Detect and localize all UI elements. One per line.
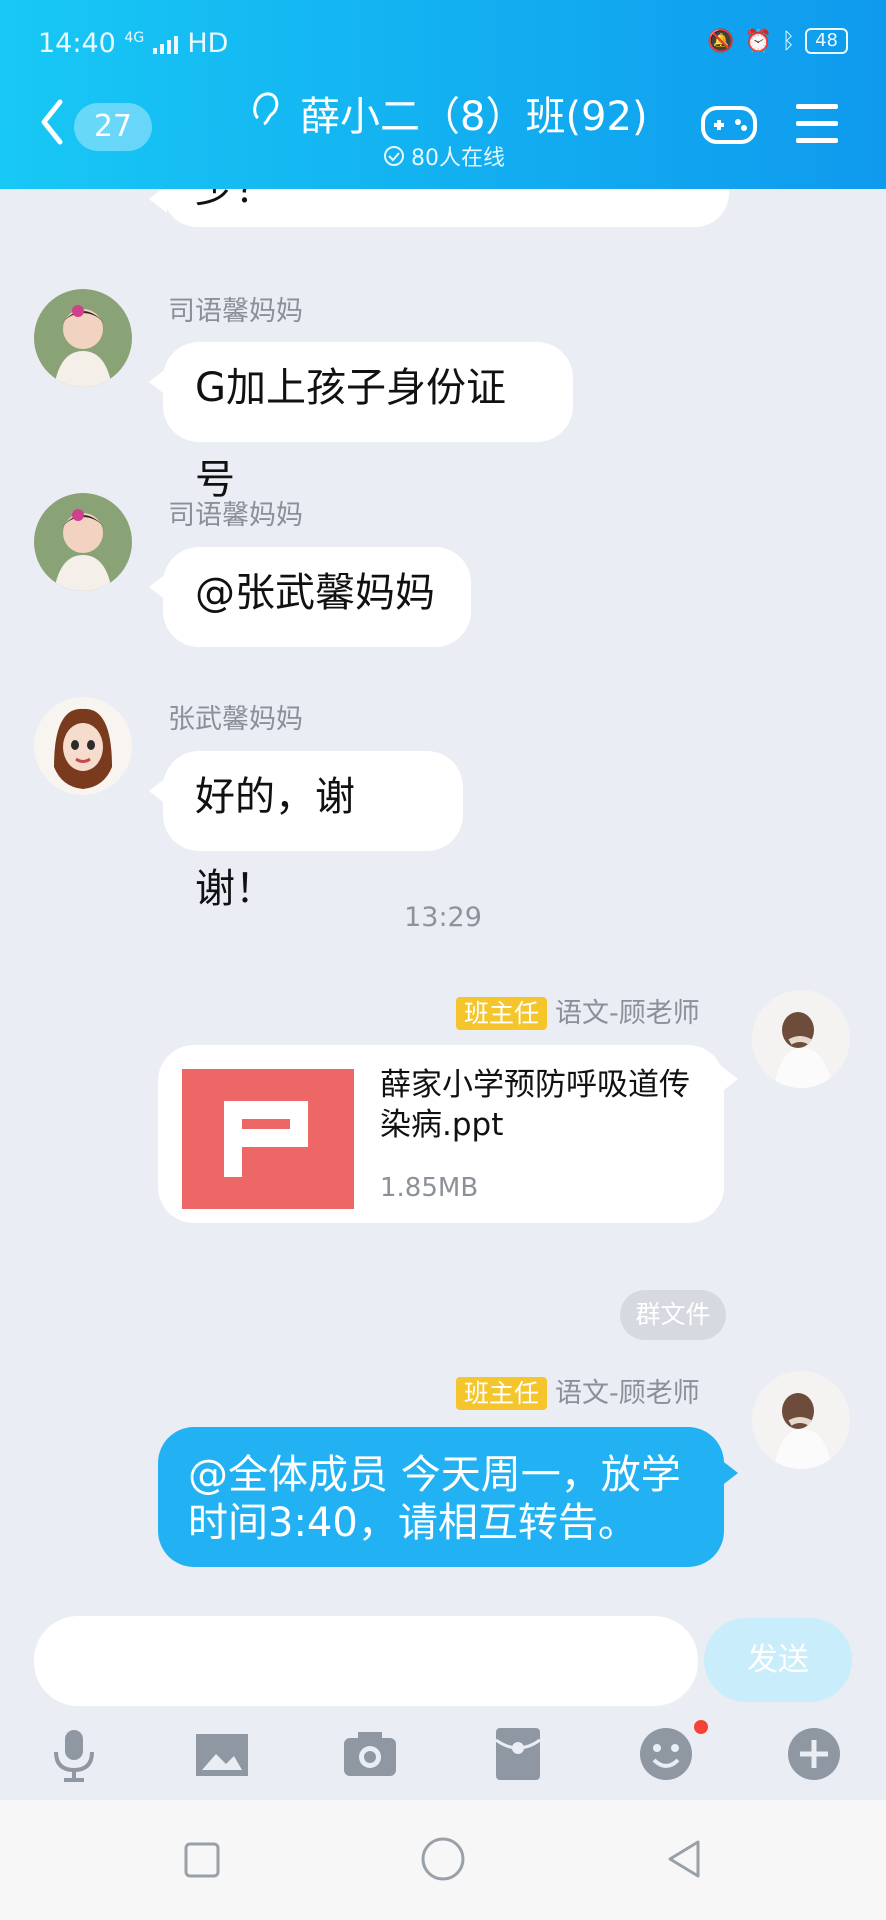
role-badge: 班主任 [456, 997, 548, 1030]
message-bubble: G加上孩子身份证号 [149, 342, 573, 503]
image-icon[interactable] [192, 1724, 252, 1784]
sender-name: 司语馨妈妈 [168, 500, 303, 531]
avatar[interactable] [34, 289, 132, 387]
announcement-text: @全体成员 今天周一，放学时间3:40，请相互转告。 [188, 1452, 681, 1546]
sender-name: 司语馨妈妈 [168, 296, 303, 327]
teacher-avatar[interactable] [752, 1371, 850, 1469]
message-text: 少？ [195, 189, 275, 212]
message-input[interactable] [34, 1616, 698, 1706]
bluetooth-icon: ᛒ [781, 28, 796, 54]
emoji-icon[interactable] [636, 1724, 696, 1784]
back-arrow-icon[interactable] [38, 98, 66, 146]
avatar[interactable] [34, 697, 132, 795]
network-indicator: 4G [124, 30, 145, 46]
menu-icon[interactable] [796, 104, 838, 144]
composer-bar: 发送 [0, 1612, 886, 1720]
plus-icon[interactable] [784, 1724, 844, 1784]
mic-icon[interactable] [44, 1724, 104, 1784]
status-icons: 🔕 ⏰ ᛒ 48 [707, 28, 848, 54]
chat-header: 14:40 4G HD 🔕 ⏰ ᛒ 48 27 薛小二（8）班(92) 80人在… [0, 0, 886, 189]
message-bubble: @张武馨妈妈 [149, 547, 471, 647]
camera-icon[interactable] [340, 1724, 400, 1784]
message-bubble: @全体成员 今天周一，放学时间3:40，请相互转告。 [158, 1427, 738, 1567]
send-button[interactable]: 发送 [704, 1618, 852, 1702]
file-name: 薛家小学预防呼吸道传染病.ppt [380, 1067, 690, 1143]
sender-name: 语文-顾老师 [555, 1378, 700, 1409]
red-packet-icon[interactable] [488, 1724, 548, 1784]
status-time: 14:40 4G HD [38, 28, 228, 59]
group-files-tag[interactable]: 群文件 [620, 1290, 726, 1340]
message-text: 好的，谢谢！ [195, 774, 355, 912]
sender-label: 班主任 语文-顾老师 [456, 1371, 700, 1410]
file-card[interactable]: 薛家小学预防呼吸道传染病.ppt 1.85MB [158, 1045, 738, 1223]
message-text: @张武馨妈妈 [195, 570, 435, 616]
message-bubble: 好的，谢谢！ [149, 751, 463, 912]
ppt-file-icon [182, 1069, 354, 1209]
sender-name: 语文-顾老师 [555, 998, 700, 1029]
ear-icon[interactable] [248, 88, 282, 130]
home-icon[interactable] [420, 1836, 466, 1882]
gamepad-icon[interactable] [700, 100, 758, 150]
role-badge: 班主任 [456, 1377, 548, 1410]
chat-area[interactable]: 少？ 司语馨妈妈 G加上孩子身份证号 司语馨妈妈 @张武馨妈妈 张武馨妈妈 好的… [0, 189, 886, 1609]
toolbar [0, 1724, 886, 1800]
sender-name: 张武馨妈妈 [168, 704, 303, 735]
recent-apps-icon[interactable] [182, 1840, 222, 1880]
mute-bell-icon: 🔕 [707, 28, 735, 54]
teacher-avatar[interactable] [752, 990, 850, 1088]
battery-indicator: 48 [805, 28, 848, 54]
alarm-icon: ⏰ [744, 28, 772, 54]
message-timestamp: 13:29 [404, 902, 482, 933]
hd-indicator: HD [187, 28, 229, 59]
online-check-icon [384, 146, 404, 166]
online-count: 80人在线 [411, 146, 505, 171]
message-text: G加上孩子身份证号 [195, 365, 506, 503]
unread-count-badge[interactable]: 27 [74, 103, 152, 151]
message-bubble: 少？ [149, 189, 729, 227]
back-icon[interactable] [664, 1838, 704, 1880]
signal-icon [152, 36, 178, 54]
group-title[interactable]: 薛小二（8）班(92) [300, 84, 648, 142]
file-size: 1.85MB [380, 1173, 479, 1203]
status-time-text: 14:40 [38, 28, 116, 59]
online-status: 80人在线 [383, 140, 505, 172]
notification-dot [694, 1720, 708, 1734]
avatar[interactable] [34, 493, 132, 591]
sender-label: 班主任 语文-顾老师 [456, 991, 700, 1030]
system-nav-bar [0, 1800, 886, 1920]
